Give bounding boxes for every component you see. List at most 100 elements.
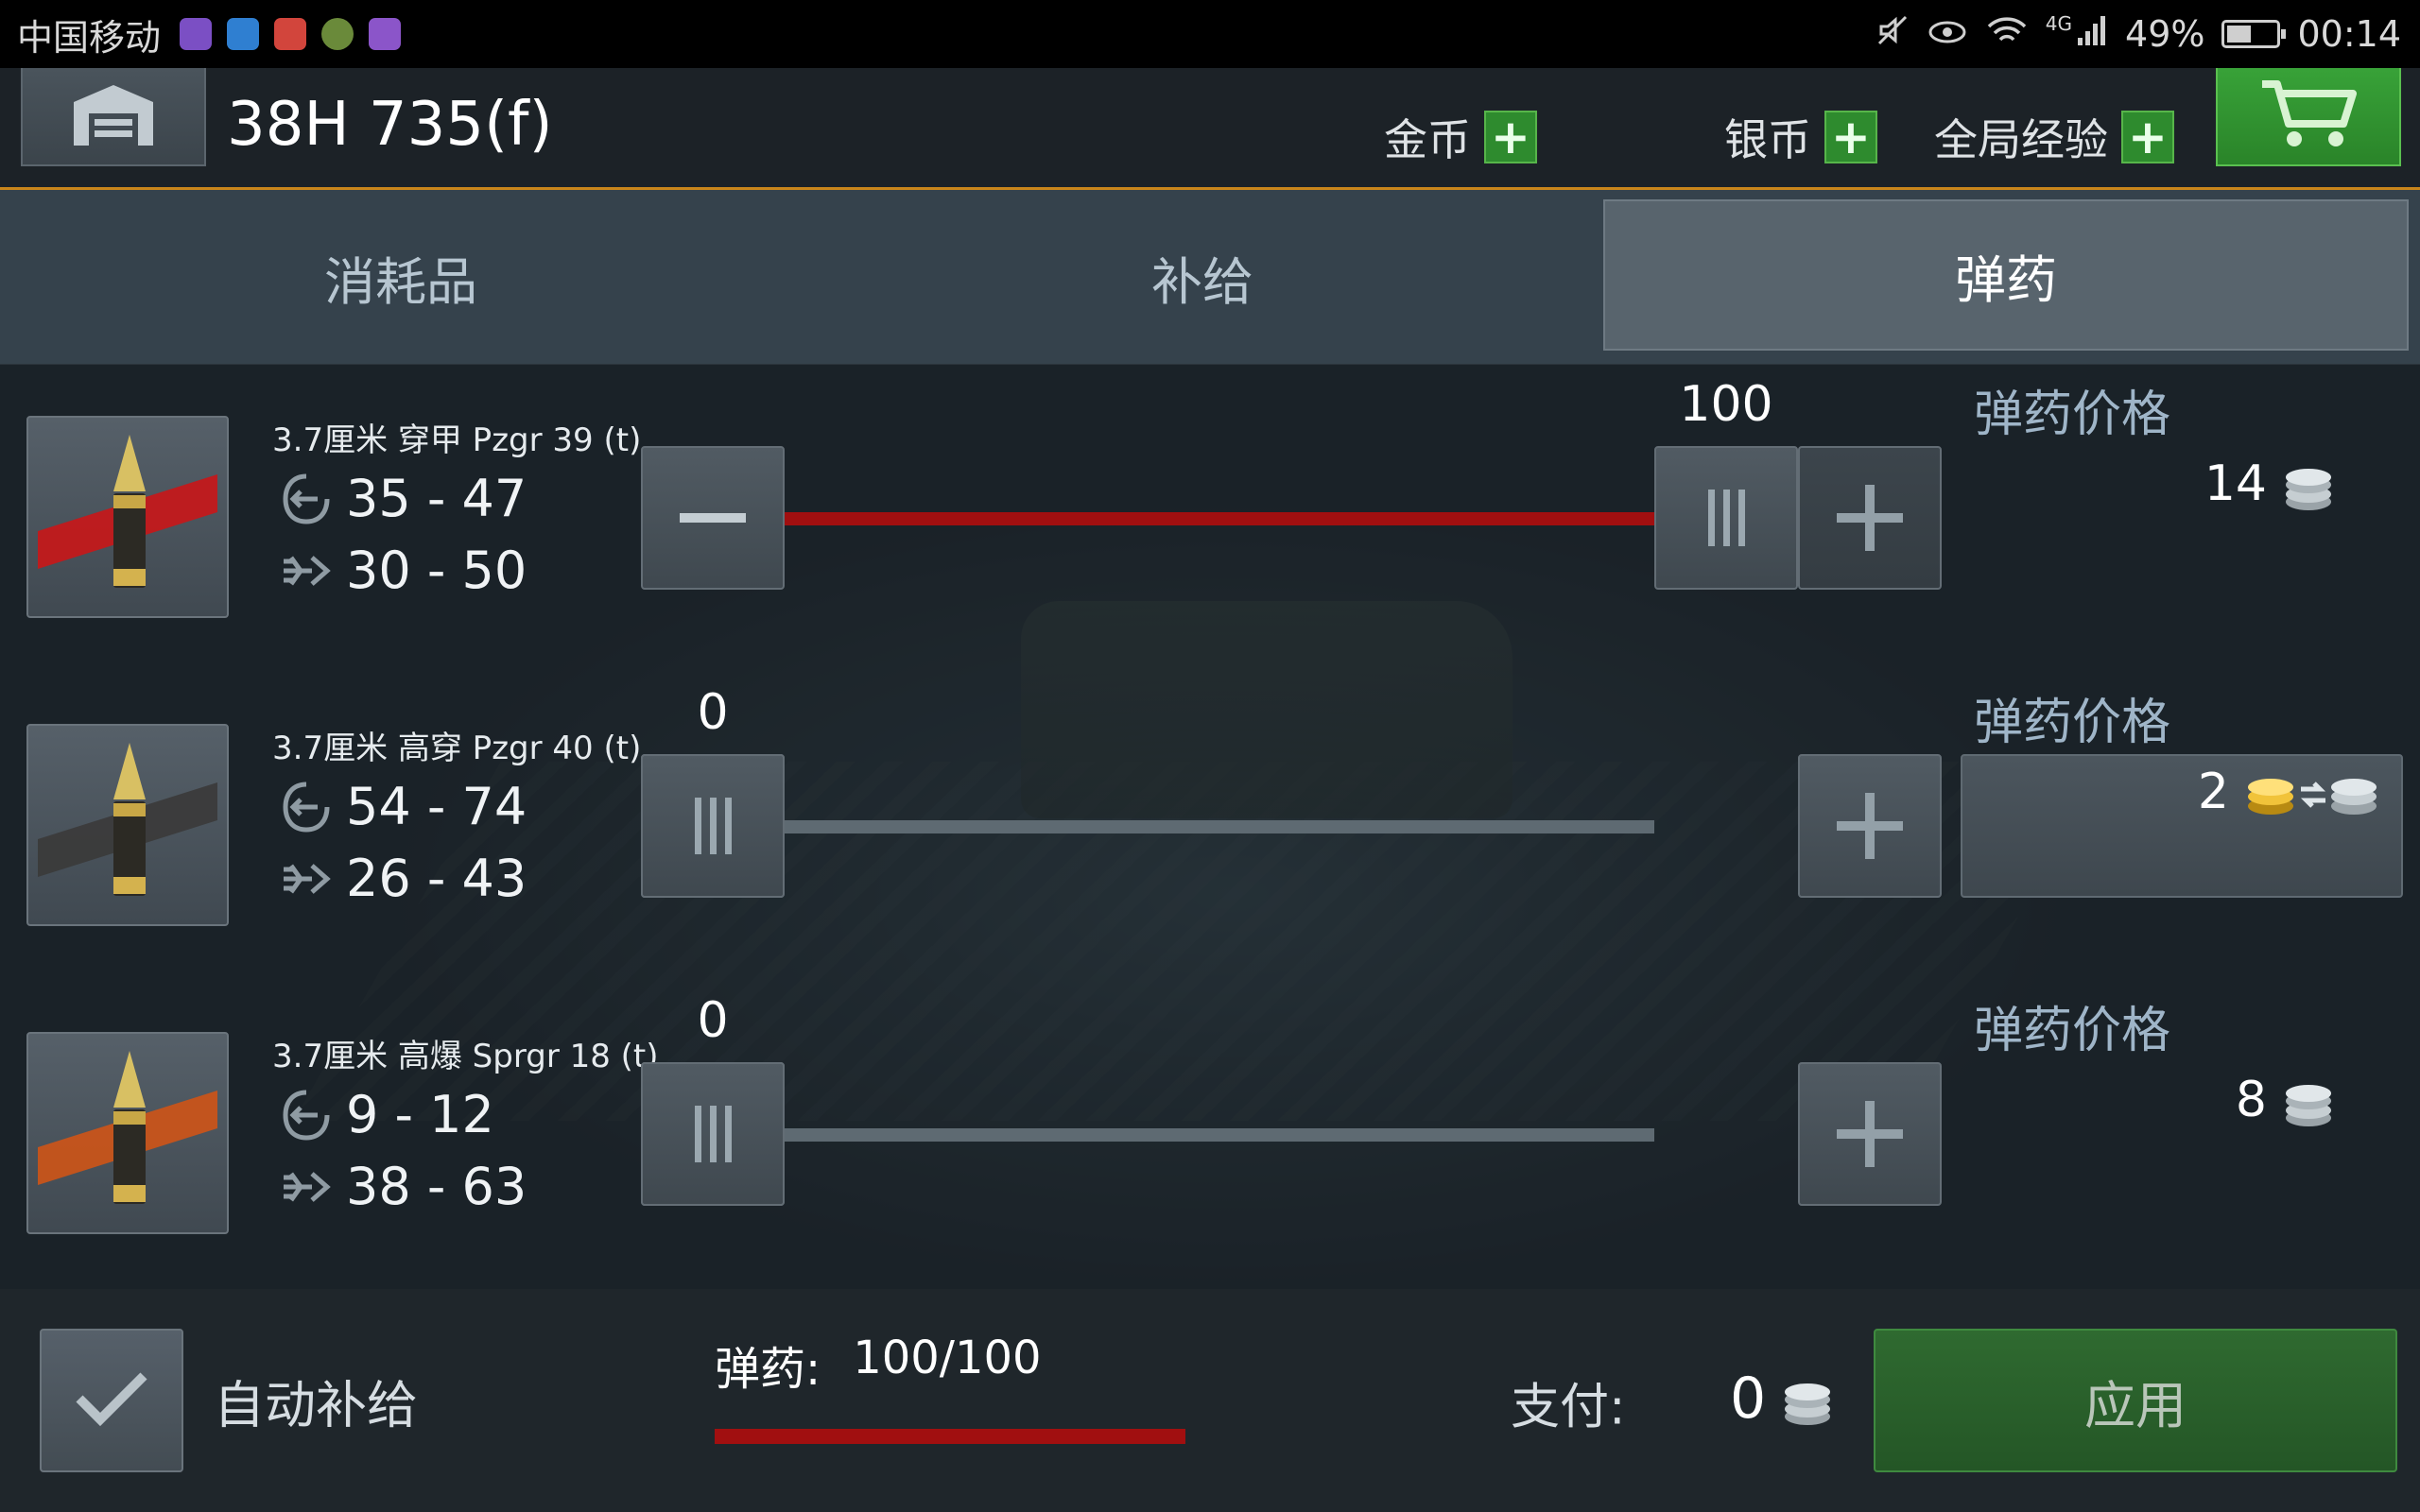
- price-label: 弹药价格: [1974, 1003, 2171, 1059]
- ammo-count: 0: [697, 992, 729, 1049]
- damage-stat: 26 - 43: [280, 849, 527, 908]
- tab-consumables[interactable]: 消耗品: [0, 190, 802, 364]
- ammo-name: 3.7厘米 高穿 Pzgr 40 (t): [272, 730, 642, 767]
- price-value: 14: [2204, 455, 2331, 512]
- price-label: 弹药价格: [1974, 387, 2171, 443]
- grip-icon: [694, 1106, 732, 1162]
- ammo-slider-fill: [785, 512, 1654, 525]
- ammo-name: 3.7厘米 高爆 Sprgr 18 (t): [272, 1038, 659, 1075]
- ammo-slider-handle[interactable]: [641, 1062, 785, 1206]
- auto-resupply-checkbox[interactable]: [40, 1329, 183, 1472]
- silver-label: 银币: [1724, 114, 1811, 165]
- penetration-value: 35 - 47: [346, 469, 527, 528]
- price-amount: 8: [2235, 1072, 2267, 1128]
- shell-icon: [26, 724, 229, 926]
- penetration-icon: [280, 1089, 333, 1142]
- ammo-row: 3.7厘米 高爆 Sprgr 18 (t) 9 - 12 38 - 63 0 弹…: [0, 981, 2420, 1289]
- grip-icon: [1707, 490, 1745, 546]
- browser-notification-icon: [321, 18, 354, 50]
- tab-bar: 消耗品 补给 弹药: [0, 190, 2420, 364]
- ammo-slider-track[interactable]: [785, 820, 1654, 833]
- ammo-slider-handle[interactable]: [1654, 446, 1798, 590]
- free-xp-label: 全局经验: [1934, 114, 2108, 165]
- buy-free-xp-button[interactable]: +: [2121, 111, 2174, 163]
- apply-button[interactable]: 应用: [1874, 1329, 2397, 1472]
- price-amount: 14: [2204, 455, 2267, 512]
- eye-comfort-icon: [1927, 13, 1968, 56]
- price-label: 弹药价格: [1974, 695, 2171, 751]
- gold-currency: 金币 +: [1219, 106, 1537, 168]
- shopping-cart-icon: [2256, 77, 2360, 156]
- penetration-stat: 9 - 12: [280, 1085, 494, 1144]
- footer-bar: 自动补给 弹药: 100/100 支付: 0 应用: [0, 1289, 2420, 1512]
- grip-icon: [694, 798, 732, 854]
- garage-icon: [66, 81, 161, 151]
- carrier-label: 中国移动: [17, 16, 162, 59]
- shop-button[interactable]: [2216, 68, 2401, 166]
- decrease-ammo-button[interactable]: [641, 446, 785, 590]
- ammo-count: 0: [697, 684, 729, 741]
- gold-silver-exchange-icon: [2242, 766, 2384, 817]
- plus-icon: [1837, 793, 1903, 859]
- battery-icon: [2221, 20, 2287, 48]
- clock: 00:14: [2297, 13, 2401, 55]
- penetration-value: 9 - 12: [346, 1085, 494, 1144]
- keyboard-notification-icon: [369, 18, 402, 50]
- mute-icon: [1876, 13, 1910, 56]
- pay-label: 支付:: [1511, 1379, 1626, 1436]
- penetration-stat: 35 - 47: [280, 469, 527, 528]
- ammo-row: 3.7厘米 高穿 Pzgr 40 (t) 54 - 74 26 - 43 0 弹…: [0, 673, 2420, 981]
- increase-ammo-button[interactable]: [1798, 754, 1942, 898]
- damage-stat: 30 - 50: [280, 541, 527, 600]
- penetration-value: 54 - 74: [346, 777, 527, 836]
- shell-icon: [26, 416, 229, 618]
- ammo-summary-value: 100/100: [853, 1332, 1042, 1384]
- ammo-count: 100: [1679, 376, 1773, 433]
- notification-icons: [180, 18, 402, 50]
- gallery-notification-icon: [180, 18, 213, 50]
- tab-supplies[interactable]: 补给: [802, 190, 1603, 364]
- pay-amount: 0: [1730, 1366, 1831, 1432]
- gold-label: 金币: [1384, 114, 1471, 165]
- ammo-name: 3.7厘米 穿甲 Pzgr 39 (t): [272, 421, 642, 459]
- game-notification-icon: [274, 18, 307, 50]
- silver-coin-icon: [2280, 458, 2331, 510]
- ammo-capacity-bar: [715, 1429, 1185, 1444]
- ammo-row: 3.7厘米 穿甲 Pzgr 39 (t) 35 - 47 30 - 50 100…: [0, 365, 2420, 673]
- buy-silver-button[interactable]: +: [1824, 111, 1877, 163]
- penetration-stat: 54 - 74: [280, 777, 527, 836]
- price-value: 8: [2236, 1072, 2331, 1128]
- penetration-icon: [280, 781, 333, 833]
- damage-icon: [280, 1160, 333, 1213]
- wifi-icon: [1985, 13, 2029, 56]
- plus-icon: [1837, 1101, 1903, 1167]
- auto-resupply-label: 自动补给: [214, 1375, 418, 1435]
- increase-ammo-button[interactable]: [1798, 1062, 1942, 1206]
- silver-coin-icon: [2280, 1074, 2331, 1126]
- ammo-summary-label: 弹药:: [715, 1343, 821, 1396]
- buy-gold-button[interactable]: +: [1484, 111, 1537, 163]
- silver-coin-icon: [1779, 1373, 1831, 1425]
- increase-ammo-button[interactable]: [1798, 446, 1942, 590]
- ammo-slider-handle[interactable]: [641, 754, 785, 898]
- ammo-slider-track[interactable]: [785, 1128, 1654, 1142]
- garage-button[interactable]: [21, 68, 206, 166]
- ammo-summary: 弹药: 100/100: [715, 1332, 1042, 1398]
- damage-stat: 38 - 63: [280, 1157, 527, 1216]
- app-notification-icon: [227, 18, 260, 50]
- tab-ammo[interactable]: 弹药: [1603, 199, 2409, 351]
- damage-value: 26 - 43: [346, 849, 527, 908]
- top-header: 38H 735(f) 金币 + 银币 + 全局经验 +: [0, 68, 2420, 190]
- minus-icon: [680, 513, 746, 523]
- tank-name: 38H 735(f): [227, 90, 553, 160]
- free-xp-currency: 全局经验 +: [1787, 106, 2174, 168]
- damage-value: 38 - 63: [346, 1157, 527, 1216]
- status-bar: 中国移动 4G 49% 00:14: [0, 0, 2420, 68]
- damage-icon: [280, 852, 333, 905]
- signal-icon: [2076, 13, 2108, 56]
- plus-icon: [1837, 485, 1903, 551]
- penetration-icon: [280, 472, 333, 525]
- network-type-label: 4G: [2045, 12, 2073, 35]
- shell-icon: [26, 1032, 229, 1234]
- price-amount: 2: [2197, 764, 2229, 820]
